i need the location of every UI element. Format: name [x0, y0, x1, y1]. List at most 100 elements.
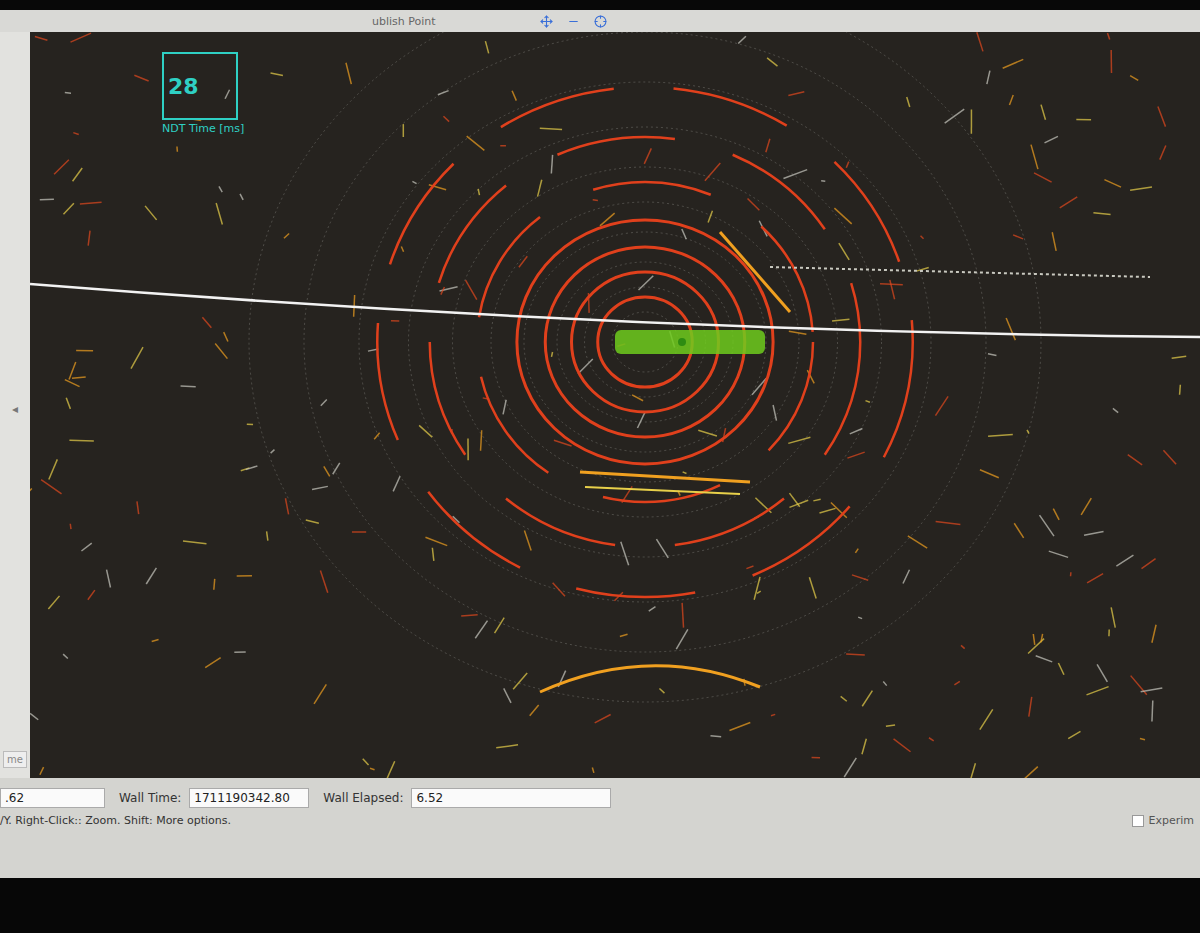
- main-area: ◂ me28NDT Time [ms]: [0, 32, 1200, 778]
- lidar-point: [841, 696, 847, 701]
- lidar-point: [620, 634, 628, 636]
- side-button[interactable]: me: [3, 751, 27, 768]
- lidar-point: [496, 745, 518, 748]
- lidar-point: [812, 757, 820, 759]
- lidar-point: [63, 654, 68, 658]
- lidar-point: [593, 199, 598, 201]
- lidar-point: [176, 147, 178, 152]
- scan-ring: [453, 167, 838, 517]
- lidar-point: [73, 133, 78, 135]
- lidar-point: [1108, 629, 1110, 636]
- lidar-point: [1049, 551, 1068, 557]
- lidar-point: [1087, 687, 1109, 695]
- lidar-point: [788, 92, 804, 96]
- lidar-point: [461, 615, 477, 616]
- lidar-point: [271, 450, 275, 453]
- checkbox-box[interactable]: [1132, 815, 1144, 827]
- checkbox-label: Experim: [1148, 814, 1194, 827]
- lidar-point: [30, 713, 38, 719]
- lidar-point: [729, 722, 750, 730]
- lidar-point: [40, 198, 54, 200]
- point-cloud-canvas[interactable]: [30, 32, 1200, 778]
- lidar-point: [69, 439, 93, 441]
- lidar-point: [1130, 187, 1152, 190]
- lidar-point: [393, 476, 400, 491]
- lidar-point: [980, 709, 993, 729]
- lidar-point: [485, 41, 488, 53]
- lidar-point: [1140, 739, 1145, 740]
- lidar-point: [70, 524, 72, 529]
- lidar-point: [219, 186, 222, 192]
- lidar-point: [971, 109, 973, 133]
- lidar-point: [475, 621, 487, 639]
- lidar-point: [644, 148, 651, 164]
- wall-line: [770, 267, 1150, 277]
- lidar-point: [1152, 625, 1156, 643]
- collapse-arrow[interactable]: ◂: [12, 402, 18, 416]
- time-row: .62Wall Time:1711190342.80Wall Elapsed:6…: [0, 788, 1200, 808]
- lidar-point: [370, 768, 375, 770]
- lidar-point: [216, 203, 222, 225]
- lidar-point: [284, 233, 289, 238]
- crosshair-icon[interactable]: [594, 15, 607, 28]
- vehicle-pose[interactable]: [615, 330, 765, 354]
- lidar-point: [478, 189, 479, 195]
- lidar-ring: [517, 220, 773, 464]
- lidar-point: [773, 405, 776, 421]
- lidar-point: [788, 437, 810, 443]
- publish-point-tool[interactable]: ublish Point: [372, 15, 436, 28]
- minus-icon[interactable]: [567, 15, 580, 28]
- experimental-checkbox[interactable]: Experim: [1132, 814, 1194, 827]
- lidar-point: [1019, 767, 1037, 778]
- time-field: 1711190342.80: [189, 788, 309, 808]
- lidar-point: [754, 577, 760, 600]
- lidar-point: [850, 429, 863, 434]
- lidar-point: [656, 539, 668, 558]
- lidar-point: [374, 433, 379, 439]
- lidar-point: [66, 398, 70, 409]
- time-label: Wall Time:: [119, 791, 181, 805]
- lidar-point: [708, 211, 712, 223]
- lidar-point: [1058, 663, 1064, 675]
- lidar-point: [1113, 408, 1118, 412]
- lidar-point: [1031, 145, 1038, 170]
- lidar-arc: [430, 137, 861, 547]
- lidar-point: [306, 520, 319, 523]
- lidar-point: [69, 362, 76, 380]
- lidar-point: [682, 603, 683, 628]
- lidar-point: [880, 284, 903, 285]
- lidar-point: [30, 488, 32, 495]
- lidar-point: [988, 354, 996, 356]
- lidar-point: [1128, 455, 1142, 465]
- lidar-point: [63, 203, 73, 214]
- lidar-point: [441, 287, 445, 295]
- lidar-point: [107, 570, 111, 588]
- lidar-point: [977, 32, 983, 51]
- lidar-point: [530, 705, 539, 716]
- lidar-point: [202, 317, 211, 328]
- lidar-point: [363, 759, 369, 765]
- lidar-point: [80, 202, 102, 204]
- road-arc: [540, 666, 760, 692]
- lidar-point: [512, 91, 516, 101]
- lidar-point: [766, 139, 770, 152]
- lidar-point: [595, 714, 611, 722]
- time-field: .62: [0, 788, 105, 808]
- move-camera-icon[interactable]: [540, 15, 553, 28]
- lidar-point: [809, 577, 816, 598]
- lidar-point: [1093, 213, 1110, 215]
- lidar-point: [145, 206, 157, 220]
- lidar-point: [247, 423, 253, 425]
- lidar-point: [936, 522, 961, 525]
- lidar-point: [970, 763, 975, 778]
- lidar-point: [146, 568, 156, 584]
- lidar-point: [213, 579, 215, 590]
- lidar-point: [637, 413, 644, 428]
- lidar-point: [862, 691, 872, 707]
- trajectory-path: [30, 284, 1200, 337]
- lidar-point: [346, 63, 351, 84]
- lidar-point: [682, 229, 686, 239]
- lidar-point: [432, 548, 433, 561]
- 3d-viewport[interactable]: 28NDT Time [ms]: [30, 32, 1200, 778]
- lidar-point: [183, 541, 206, 544]
